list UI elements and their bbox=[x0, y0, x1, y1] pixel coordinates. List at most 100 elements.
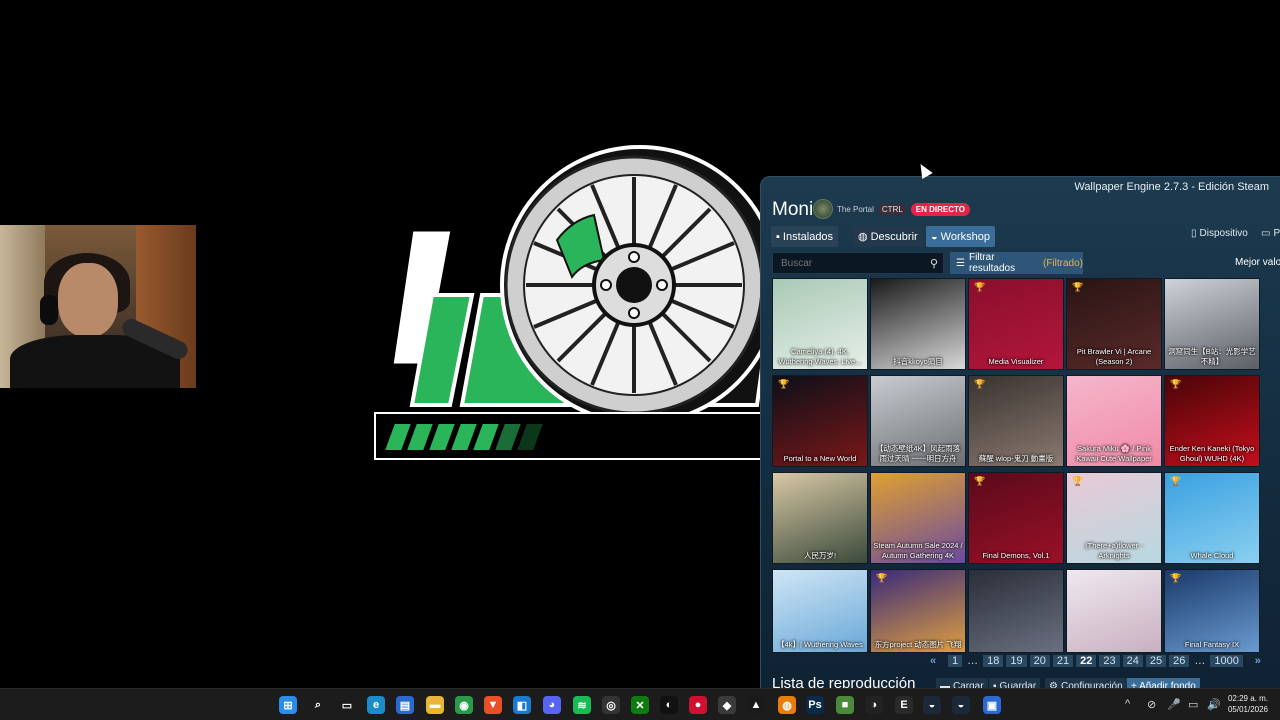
wallpaper-card[interactable]: 🏆 Whale Cloud bbox=[1164, 472, 1260, 564]
wallpaper-card[interactable]: 🏆 (There+a)flower - Arknights bbox=[1066, 472, 1162, 564]
page-button[interactable]: 22 bbox=[1076, 655, 1097, 667]
wallpaper-engine-window[interactable]: Wallpaper Engine 2.7.3 - Edición Steam M… bbox=[760, 176, 1280, 696]
page-button[interactable]: 19 bbox=[1006, 655, 1027, 667]
minecraft-icon[interactable]: ■ bbox=[836, 696, 854, 714]
pagination: «1 … 18 19 20 21 22 23 24 25 26 … 1000» bbox=[921, 653, 1270, 669]
wallpaper-card[interactable]: 人民万岁! bbox=[772, 472, 868, 564]
display-icon[interactable]: ▭ bbox=[1188, 698, 1198, 711]
network-off-icon[interactable]: ⊘ bbox=[1147, 698, 1156, 711]
wallpaper-card[interactable]: 洞窟同生【B站：光影学艺不精】 bbox=[1164, 278, 1260, 370]
wallpaper-card[interactable] bbox=[968, 569, 1064, 653]
store-icon[interactable]: ▤ bbox=[396, 696, 414, 714]
wallpaper-card[interactable]: 🏆 Pit Brawler Vi | Arcane (Season 2) bbox=[1066, 278, 1162, 370]
wallpaper-title: Final Fantasy IX bbox=[1184, 640, 1240, 649]
wallpaper-card[interactable]: 🏆 Media Visualizer bbox=[968, 278, 1064, 370]
wallpaper-card[interactable]: 【4k】| Wuthering Waves bbox=[772, 569, 868, 653]
steam-2-icon[interactable]: ◒ bbox=[952, 696, 970, 714]
spotify-icon[interactable]: ≋ bbox=[573, 696, 591, 714]
trophy-icon: 🏆 bbox=[1170, 573, 1182, 583]
monitor-icon: ▭ bbox=[1261, 228, 1271, 239]
chrome-icon[interactable]: ◉ bbox=[455, 696, 473, 714]
wallpaper-title: Portal to a New World bbox=[783, 454, 857, 463]
live-badge: EN DIRECTO bbox=[910, 202, 970, 216]
page-button[interactable]: 1000 bbox=[1210, 655, 1243, 667]
tab-workshop[interactable]: ◒ Workshop bbox=[926, 226, 995, 247]
blender-icon[interactable]: ◍ bbox=[778, 696, 796, 714]
microphone-icon[interactable]: 🎤 bbox=[1167, 698, 1181, 711]
progress-segment bbox=[429, 424, 455, 450]
tab-discover[interactable]: ◍ Descubrir bbox=[853, 226, 923, 247]
wallpaper-card[interactable]: Cameliya (4). 4K, Wuthering Waves. Live.… bbox=[772, 278, 868, 370]
page-button[interactable]: 25 bbox=[1145, 655, 1167, 667]
davinci-icon[interactable]: ◆ bbox=[718, 696, 736, 714]
wallpaper-title: 洞窟同生【B站：光影学艺不精】 bbox=[1168, 347, 1256, 366]
wallpaper-card[interactable]: Steam Autumn Sale 2024 / Autumn Gatherin… bbox=[870, 472, 966, 564]
wallpaper-engine-icon[interactable]: ▣ bbox=[983, 696, 1001, 714]
page-button[interactable]: 20 bbox=[1029, 655, 1050, 667]
prev-page-button[interactable]: « bbox=[921, 655, 945, 667]
volume-icon[interactable]: 🔊 bbox=[1207, 698, 1221, 711]
wheel-icon bbox=[500, 145, 772, 425]
search-icon[interactable]: ⌕ bbox=[309, 696, 327, 714]
next-page-button[interactable]: » bbox=[1246, 655, 1270, 667]
tab-installed[interactable]: ▪ Instalados bbox=[771, 226, 839, 247]
search-input[interactable] bbox=[773, 253, 923, 274]
brave-icon[interactable]: ▼ bbox=[484, 696, 502, 714]
wallpaper-title: Final Demons, Vol.1 bbox=[982, 551, 1050, 560]
wallpaper-card[interactable]: 🏆 蘇醒 wlop-鬼刀 動畫版 bbox=[968, 375, 1064, 467]
xbox-icon[interactable]: ✕ bbox=[631, 696, 649, 714]
stream-ctrl: CTRL bbox=[877, 203, 907, 215]
tab-label: Instalados bbox=[782, 230, 834, 243]
phone-icon: ▯ bbox=[1191, 228, 1197, 239]
capcut-icon[interactable]: ◐ bbox=[660, 696, 678, 714]
filter-results-button[interactable]: ☰ Filtrar resultados (Filtrado) bbox=[950, 252, 1083, 274]
explorer-icon[interactable]: ▬ bbox=[426, 696, 444, 714]
wallpaper-title: Pit Brawler Vi | Arcane (Season 2) bbox=[1076, 347, 1152, 366]
github-icon[interactable]: ◑ bbox=[865, 696, 883, 714]
task-view-icon[interactable]: ▭ bbox=[338, 696, 356, 714]
search-field[interactable]: ⚲ bbox=[772, 252, 944, 274]
page-button[interactable]: 1 bbox=[948, 655, 963, 667]
page-button[interactable]: 24 bbox=[1122, 655, 1143, 667]
wallpaper-card[interactable]: 🏆 Final Demons, Vol.1 bbox=[968, 472, 1064, 564]
steam-icon[interactable]: ◒ bbox=[923, 696, 941, 714]
filter-label: Filtrar resultados bbox=[968, 252, 1016, 274]
trophy-icon: 🏆 bbox=[974, 379, 986, 389]
wallpaper-card[interactable]: 【动态壁纸4K】风起雨落 雨过天晴 一一明日方舟 bbox=[870, 375, 966, 467]
discord-icon[interactable]: ◕ bbox=[543, 696, 561, 714]
vscode-icon[interactable]: ◧ bbox=[513, 696, 531, 714]
wallpaper-card[interactable]: 🏆 Final Fantasy IX bbox=[1164, 569, 1260, 653]
epic-icon[interactable]: E bbox=[895, 696, 913, 714]
tab-panel[interactable]: ▭ Pa bbox=[1261, 228, 1280, 239]
webcam-overlay bbox=[0, 225, 196, 388]
wallpaper-card[interactable]: 抖音kkoyo頭目 bbox=[870, 278, 966, 370]
obs-icon[interactable]: ◎ bbox=[602, 696, 620, 714]
wallpaper-title: 抖音kkoyo頭目 bbox=[893, 357, 943, 366]
page-button[interactable]: 18 bbox=[983, 655, 1004, 667]
tab-device[interactable]: ▯ Dispositivo bbox=[1191, 228, 1248, 239]
wallpaper-card[interactable]: 🏆 Portal to a New World bbox=[772, 375, 868, 467]
record-icon[interactable]: ● bbox=[689, 696, 707, 714]
progress-segment bbox=[407, 424, 433, 450]
vlc-icon[interactable]: ▲ bbox=[747, 696, 765, 714]
page-button[interactable]: 26 bbox=[1169, 655, 1190, 667]
wallpaper-card[interactable] bbox=[1066, 569, 1162, 653]
wallpaper-card[interactable]: 🏆 Ender Ken Kaneki (Tokyo Ghoul) WUHD (4K… bbox=[1164, 375, 1260, 467]
system-clock[interactable]: 02:29 a. m. 05/01/2026 bbox=[1222, 693, 1274, 715]
search-icon[interactable]: ⚲ bbox=[930, 257, 938, 270]
wallpaper-card[interactable]: Sakura Miku 🌸 / Pink Kawaii Cute Wallpap… bbox=[1066, 375, 1162, 467]
monitor-label: Moni bbox=[772, 199, 814, 220]
photoshop-icon[interactable]: Ps bbox=[806, 696, 824, 714]
page-button[interactable]: 21 bbox=[1052, 655, 1074, 667]
show-hidden-icons-icon[interactable]: ^ bbox=[1125, 698, 1130, 710]
sort-dropdown[interactable]: Mejor valor bbox=[1235, 257, 1280, 268]
wallpaper-card[interactable]: 🏆 东方project 动态图片 飞翔 bbox=[870, 569, 966, 653]
wallpaper-title: 东方project 动态图片 飞翔 bbox=[874, 640, 962, 649]
edge-icon[interactable]: e bbox=[367, 696, 385, 714]
page-button[interactable]: 23 bbox=[1099, 655, 1120, 667]
clock-date: 05/01/2026 bbox=[1227, 705, 1269, 714]
filter-state: (Filtrado) bbox=[1042, 257, 1083, 269]
clock-time: 02:29 a. m. bbox=[1227, 694, 1269, 703]
webcam-person-face bbox=[58, 263, 118, 337]
start-icon[interactable]: ⊞ bbox=[279, 696, 297, 714]
